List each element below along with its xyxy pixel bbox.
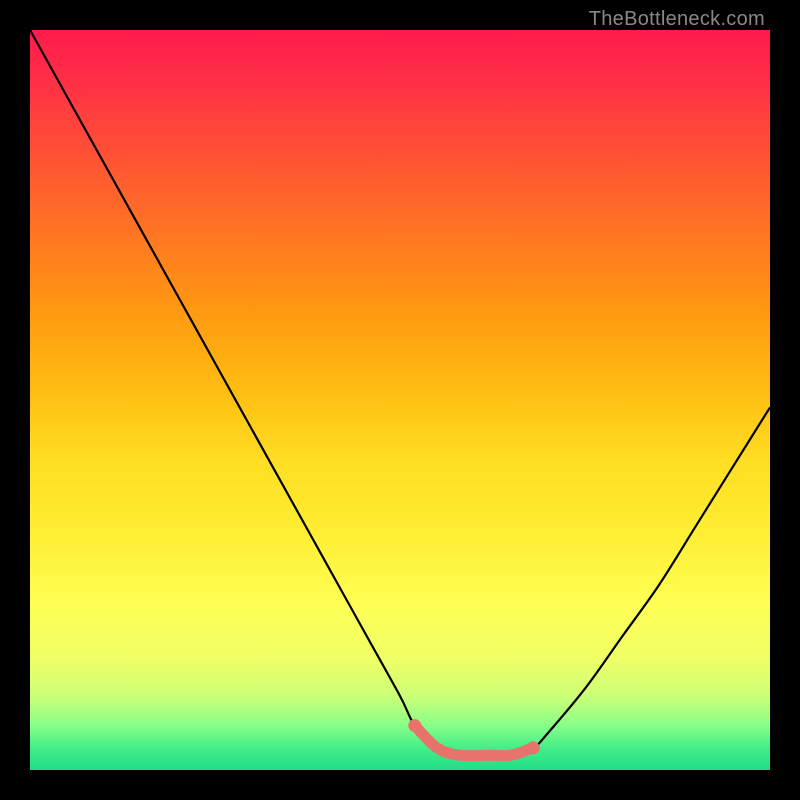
watermark-text: TheBottleneck.com bbox=[589, 8, 765, 31]
optimal-end-dot bbox=[527, 741, 540, 754]
bottleneck-curve bbox=[30, 30, 770, 756]
chart-plot-area bbox=[30, 30, 770, 770]
optimal-start-dot bbox=[408, 719, 421, 732]
chart-svg bbox=[30, 30, 770, 770]
optimal-highlight bbox=[415, 726, 533, 756]
chart-container: TheBottleneck.com bbox=[0, 0, 800, 800]
